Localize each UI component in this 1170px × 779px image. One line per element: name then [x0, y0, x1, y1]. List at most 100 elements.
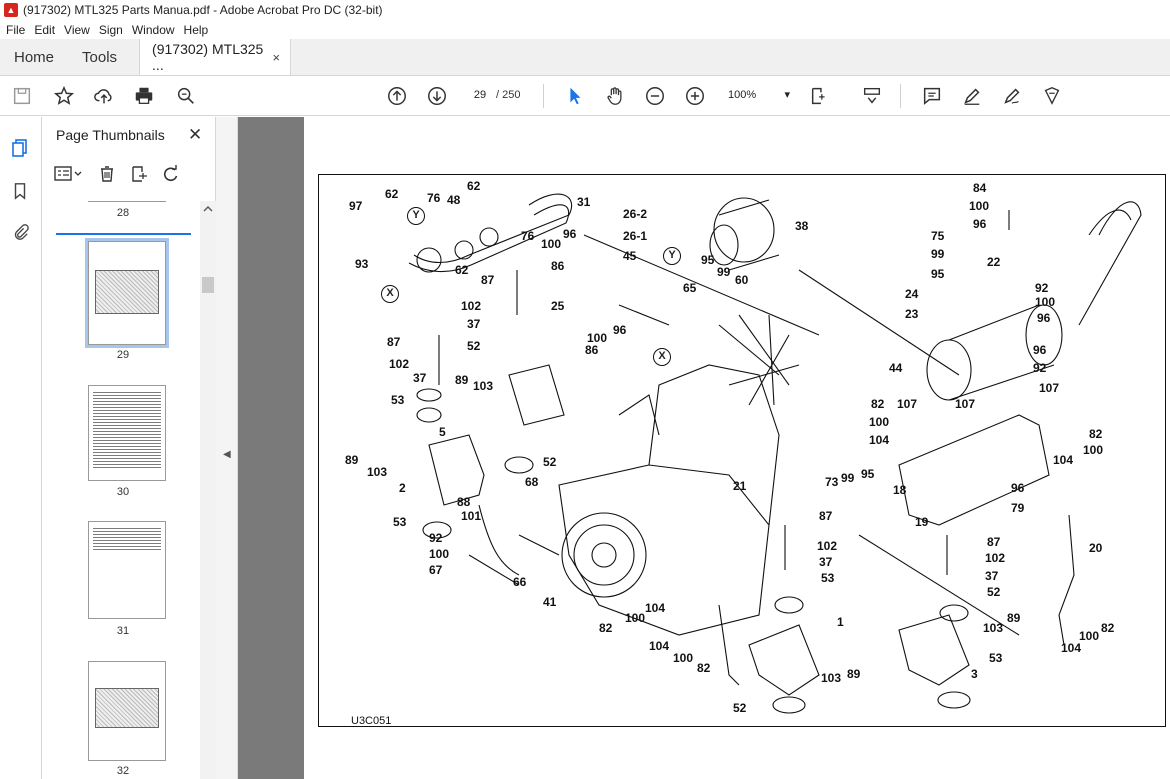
document-viewport[interactable]: Y X Y X 62 97 76 48 62 31 26-2 96 26-1 38 93 62 76 10…	[238, 117, 1170, 779]
part-number-label: 107	[897, 397, 918, 411]
part-number-label: 19	[915, 515, 929, 529]
attachment-icon[interactable]	[9, 221, 31, 243]
menu-window[interactable]: Window	[132, 23, 175, 37]
menu-view[interactable]: View	[64, 23, 90, 37]
page-fit-icon[interactable]	[808, 84, 832, 108]
part-number-label: 102	[461, 299, 482, 313]
part-number-label: 84	[973, 181, 987, 195]
acrobat-app-icon: ▲	[4, 3, 18, 17]
zoom-out-icon[interactable]	[643, 84, 667, 108]
thumbnail-page-28-edge[interactable]	[88, 201, 166, 202]
thumbnail-page-32[interactable]	[88, 661, 166, 761]
part-number-label: 89	[455, 373, 469, 387]
bookmark-icon[interactable]	[9, 180, 31, 202]
fill-sign-icon[interactable]	[1040, 84, 1064, 108]
save-icon[interactable]	[10, 84, 34, 108]
part-number-label: 52	[467, 339, 481, 353]
toolbar-divider	[543, 84, 544, 108]
previous-page-icon[interactable]	[385, 84, 409, 108]
part-number-label: 62	[455, 263, 469, 277]
zoom-dropdown[interactable]: 100% ▾	[728, 85, 790, 105]
part-number-label: 96	[1037, 311, 1051, 325]
part-number-label: 87	[819, 509, 833, 523]
part-number-label: 100	[625, 611, 646, 625]
part-number-label: 21	[733, 479, 747, 493]
part-number-label: 92	[429, 531, 443, 545]
scroll-mode-icon[interactable]	[860, 84, 884, 108]
thumbnail-label: 31	[116, 625, 130, 637]
comment-icon[interactable]	[920, 84, 944, 108]
panel-toolbar	[54, 163, 180, 185]
sign-icon[interactable]	[1000, 84, 1024, 108]
highlight-pen-icon[interactable]	[960, 84, 984, 108]
tab-document[interactable]: (917302) MTL325 ... ×	[139, 39, 292, 75]
thumbnail-page-31[interactable]	[88, 521, 166, 619]
part-number-label: 96	[973, 217, 987, 231]
scrollbar-thumb[interactable]	[202, 277, 214, 293]
chevron-up-icon[interactable]	[200, 203, 216, 215]
part-number-label: 25	[551, 299, 565, 313]
star-icon[interactable]	[52, 84, 76, 108]
hand-tool-icon[interactable]	[603, 84, 627, 108]
close-panel-button[interactable]: ✕	[188, 125, 202, 145]
part-number-label: 53	[393, 515, 407, 529]
thumbnail-page-29[interactable]	[85, 238, 169, 348]
part-number-label: 100	[587, 331, 608, 345]
part-number-label: 89	[345, 453, 359, 467]
print-icon[interactable]	[132, 84, 156, 108]
left-rail	[0, 117, 42, 779]
thumbnail-label: 29	[116, 349, 130, 361]
tab-home[interactable]: Home	[0, 39, 68, 75]
part-number-label: 41	[543, 595, 557, 609]
menu-edit[interactable]: Edit	[34, 23, 55, 37]
part-number-label: 87	[387, 335, 401, 349]
select-cursor-icon[interactable]	[563, 84, 587, 108]
part-number-label: 76	[521, 229, 535, 243]
page-total: / 250	[496, 89, 521, 101]
thumbnail-label: 28	[116, 207, 130, 219]
tab-close-button[interactable]: ×	[272, 50, 280, 65]
part-number-label: 26-1	[623, 229, 648, 243]
part-number-label: 101	[461, 509, 482, 523]
part-number-label: 104	[645, 601, 666, 615]
pdf-page: Y X Y X 62 97 76 48 62 31 26-2 96 26-1 38 93 62 76 10…	[304, 117, 1170, 779]
part-number-label: 37	[467, 317, 481, 331]
part-number-label: 97	[349, 199, 363, 213]
zoom-in-icon[interactable]	[683, 84, 707, 108]
part-number-label: 96	[1033, 343, 1047, 357]
thumbnail-label: 32	[116, 765, 130, 777]
part-number-label: 48	[447, 193, 461, 207]
next-page-icon[interactable]	[425, 84, 449, 108]
part-number-label: 88	[457, 495, 471, 509]
menu-sign[interactable]: Sign	[99, 23, 123, 37]
part-number-label: 107	[1039, 381, 1060, 395]
part-number-label: 82	[1089, 427, 1103, 441]
thumbnail-preview	[93, 390, 161, 470]
rotate-icon[interactable]	[162, 165, 180, 183]
toolbar-divider	[900, 84, 901, 108]
panel-collapse-handle[interactable]: ◀	[216, 117, 238, 779]
trash-icon[interactable]	[98, 165, 116, 183]
chevron-down-icon: ▾	[784, 89, 790, 101]
part-number-label: 73	[825, 475, 839, 489]
part-number-label: 100	[1083, 443, 1104, 457]
figure-code: U3C051	[351, 715, 392, 727]
thumbnail-scrollbar[interactable]	[200, 201, 216, 779]
thumbnail-preview	[95, 270, 159, 314]
part-number-label: 104	[1061, 641, 1082, 655]
cloud-upload-icon[interactable]	[92, 84, 116, 108]
thumbnail-options-icon[interactable]	[54, 165, 84, 183]
page-number-input[interactable]: 29	[464, 85, 496, 105]
part-number-label: 95	[931, 267, 945, 281]
tab-bar: Home Tools (917302) MTL325 ... ×	[0, 39, 1170, 76]
search-zoom-icon[interactable]	[174, 84, 198, 108]
menu-help[interactable]: Help	[184, 23, 209, 37]
part-number-label: 104	[649, 639, 670, 653]
tab-tools[interactable]: Tools	[68, 39, 131, 75]
insert-page-icon[interactable]	[130, 165, 148, 183]
thumbnail-page-30[interactable]	[88, 385, 166, 481]
parts-diagram: Y X Y X 62 97 76 48 62 31 26-2 96 26-1 38 93 62 76 10…	[318, 174, 1166, 727]
menu-file[interactable]: File	[6, 23, 25, 37]
page-thumbnails-icon[interactable]	[9, 137, 31, 159]
part-number-label: 52	[733, 701, 747, 715]
